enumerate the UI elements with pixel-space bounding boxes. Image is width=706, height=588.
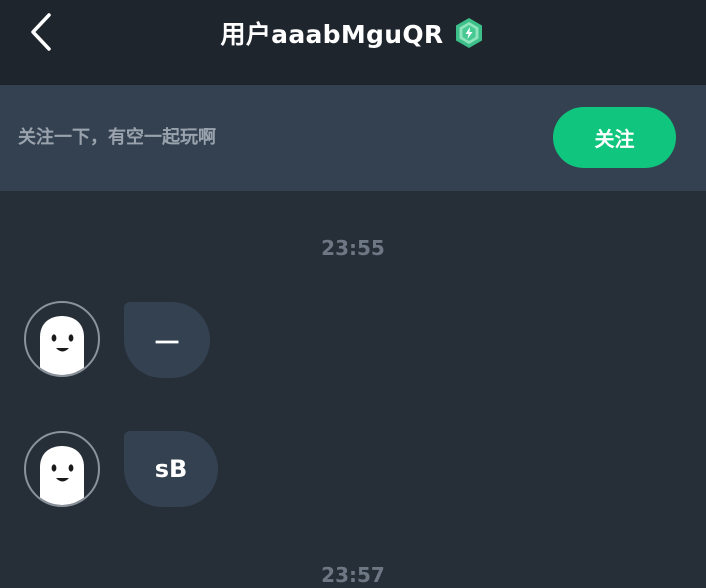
follow-prompt: 关注一下，有空一起玩啊 — [18, 127, 216, 148]
message-timestamp: 23:55 — [321, 236, 385, 260]
ghost-avatar[interactable] — [24, 301, 100, 377]
message-bubble[interactable]: sB — [124, 431, 218, 507]
ghost-avatar[interactable] — [24, 431, 100, 507]
follow-button[interactable]: 关注 — [553, 107, 676, 168]
follow-banner: 关注一下，有空一起玩啊 关注 — [0, 85, 706, 191]
message-bubble[interactable]: 一 — [124, 302, 210, 378]
hexagon-badge-icon — [453, 17, 485, 49]
message-timestamp: 23:57 — [321, 563, 385, 587]
chat-title: 用户aaabMguQR — [0, 0, 706, 66]
chat-screen: 用户aaabMguQR 关注一下，有空一起玩啊 关注 23:55 一 sB 23… — [0, 0, 706, 588]
username-title: 用户aaabMguQR — [220, 20, 444, 49]
chat-header: 用户aaabMguQR — [0, 0, 706, 85]
